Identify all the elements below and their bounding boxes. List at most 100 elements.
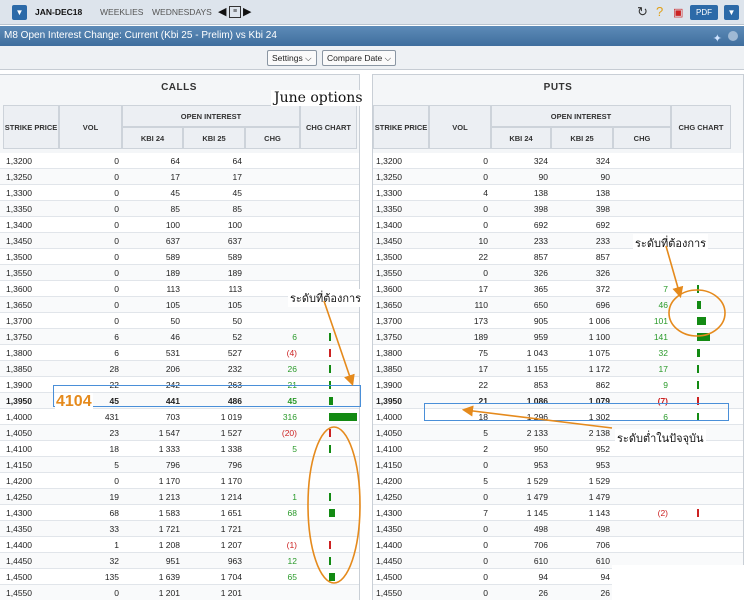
menu-grid-icon[interactable]: ≡ [229,6,241,18]
table-row[interactable]: 1,4050 23 1 547 1 527 (20) [0,425,359,441]
chg-cell: 26 [287,364,297,374]
kbi24-header[interactable]: KBI 24 [491,127,551,149]
strike-price-cell: 1,4150 [376,460,402,470]
pdf-button[interactable]: PDF [690,5,718,20]
table-row[interactable]: 1,4550 0 1 201 1 201 [0,585,359,600]
calls-panel: CALLS STRIKE PRICE VOL OPEN INTEREST KBI… [0,74,360,600]
kbi24-cell: 326 [533,268,548,278]
table-row[interactable]: 1,4300 7 1 145 1 143 (2) [373,505,743,521]
strike-price-cell: 1,4400 [376,540,402,550]
table-row[interactable]: 1,4150 0 953 953 [373,457,743,473]
chg-chart-bar [697,301,701,309]
table-row[interactable]: 1,3700 0 50 50 [0,313,359,329]
table-row[interactable]: 1,3300 4 138 138 [373,185,743,201]
kbi24-cell: 1 529 [526,476,548,486]
kbi25-cell: 796 [227,460,242,470]
strike-price-cell: 1,4000 [6,412,32,422]
kbi24-cell: 189 [165,268,180,278]
table-row[interactable]: 1,3350 0 398 398 [373,201,743,217]
chg-chart-bar [329,445,331,453]
table-row[interactable]: 1,3850 17 1 155 1 172 17 [373,361,743,377]
table-row[interactable]: 1,3550 0 326 326 [373,265,743,281]
vol-cell: 0 [483,220,488,230]
chg-cell [613,457,671,473]
table-row[interactable]: 1,4400 1 1 208 1 207 (1) [0,537,359,553]
chg-header[interactable]: CHG [245,127,300,149]
table-row[interactable]: 1,3300 0 45 45 [0,185,359,201]
chevron-down-icon[interactable]: ▼ [12,5,27,20]
strike-price-header[interactable]: STRIKE PRICE [373,105,429,149]
table-row[interactable]: 1,3500 0 589 589 [0,249,359,265]
kbi25-cell: 1 172 [588,364,610,374]
chg-chart-bar [697,381,699,389]
tab-wednesdays[interactable]: WEDNESDAYS [152,7,212,17]
refresh-icon[interactable]: ↻ [637,4,648,20]
table-row[interactable]: 1,4000 431 703 1 019 316 [0,409,359,425]
chevron-down-icon[interactable]: ▼ [724,5,739,20]
chg-cell: 141 [653,332,668,342]
vol-cell: 0 [483,540,488,550]
table-row[interactable]: 1,3250 0 17 17 [0,169,359,185]
table-row[interactable]: 1,3200 0 324 324 [373,153,743,169]
chg-header[interactable]: CHG [613,127,671,149]
tab-jan-dec18[interactable]: JAN-DEC18 [35,7,82,17]
strike-price-cell: 1,4300 [376,508,402,518]
chg-cell [613,185,671,201]
table-row[interactable]: 1,3200 0 64 64 [0,153,359,169]
table-row[interactable]: 1,3800 75 1 043 1 075 32 [373,345,743,361]
table-row[interactable]: 1,3700 173 905 1 006 101 [373,313,743,329]
vol-header[interactable]: VOL [429,105,491,149]
kbi24-cell: 1 583 [158,508,180,518]
kbi25-cell: 610 [595,556,610,566]
table-row[interactable]: 1,4450 32 951 963 12 [0,553,359,569]
table-row[interactable]: 1,4350 33 1 721 1 721 [0,521,359,537]
vol-cell: 135 [104,572,119,582]
kbi24-cell: 951 [165,556,180,566]
chg-cell [245,521,300,537]
table-row[interactable]: 1,3750 189 959 1 100 141 [373,329,743,345]
table-row[interactable]: 1,3350 0 85 85 [0,201,359,217]
table-row[interactable]: 1,3400 0 100 100 [0,217,359,233]
kbi25-header[interactable]: KBI 25 [551,127,613,149]
table-row[interactable]: 1,4350 0 498 498 [373,521,743,537]
table-row[interactable]: 1,3750 6 46 52 6 [0,329,359,345]
table-row[interactable]: 1,3900 22 853 862 9 [373,377,743,393]
table-row[interactable]: 1,3600 17 365 372 7 [373,281,743,297]
chg-chart-bar [697,333,710,341]
settings-dropdown[interactable]: Settings ⌵ [267,50,317,66]
kbi25-cell: 953 [595,460,610,470]
table-row[interactable]: 1,3450 0 637 637 [0,233,359,249]
table-row[interactable]: 1,3850 28 206 232 26 [0,361,359,377]
strike-price-header[interactable]: STRIKE PRICE [3,105,59,149]
compare-date-dropdown[interactable]: Compare Date ⌵ [322,50,397,66]
table-row[interactable]: 1,3650 110 650 696 46 [373,297,743,313]
table-row[interactable]: 1,4200 5 1 529 1 529 [373,473,743,489]
table-row[interactable]: 1,4250 0 1 479 1 479 [373,489,743,505]
strike-price-cell: 1,4100 [6,444,32,454]
table-row[interactable]: 1,4400 0 706 706 [373,537,743,553]
help-icon[interactable]: ? [656,4,663,19]
june-options-label: June options [271,90,366,106]
tab-weeklies[interactable]: WEEKLIES [100,7,143,17]
chg-cell [245,265,300,281]
table-row[interactable]: 1,3800 6 531 527 (4) [0,345,359,361]
table-row[interactable]: 1,3250 0 90 90 [373,169,743,185]
table-row[interactable]: 1,4500 135 1 639 1 704 65 [0,569,359,585]
kbi24-header[interactable]: KBI 24 [122,127,183,149]
table-row[interactable]: 1,4250 19 1 213 1 214 1 [0,489,359,505]
kbi25-header[interactable]: KBI 25 [183,127,245,149]
table-row[interactable]: 1,4100 18 1 333 1 338 5 [0,441,359,457]
table-row[interactable]: 1,4150 5 796 796 [0,457,359,473]
table-row[interactable]: 1,3400 0 692 692 [373,217,743,233]
table-row[interactable]: 1,3550 0 189 189 [0,265,359,281]
settings-dot-icon[interactable] [728,31,738,41]
kbi25-cell: 1 170 [220,476,242,486]
table-row[interactable]: 1,4300 68 1 583 1 651 68 [0,505,359,521]
puts-level-wanted-label: ระดับที่ต้องการ [633,234,709,252]
next-arrow-icon[interactable]: ▶ [243,5,251,18]
table-row[interactable]: 1,4200 0 1 170 1 170 [0,473,359,489]
vol-cell: 0 [114,236,119,246]
vol-header[interactable]: VOL [59,105,122,149]
prev-arrow-icon[interactable]: ◀ [218,5,226,18]
pdf-file-icon[interactable]: ▣ [673,6,683,19]
